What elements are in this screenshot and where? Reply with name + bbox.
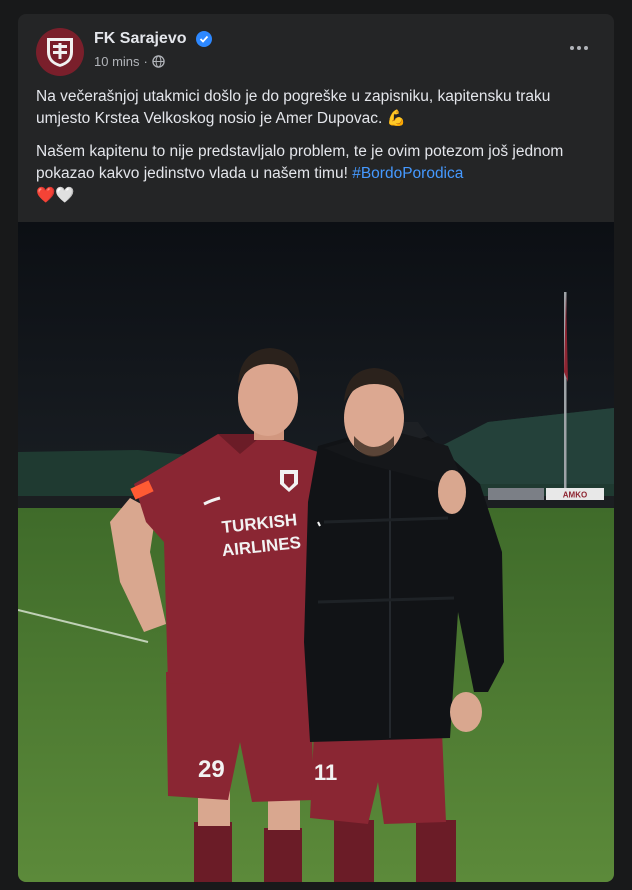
globe-icon	[152, 55, 165, 68]
page-name-link[interactable]: FK Sarajevo	[94, 30, 186, 48]
meta-separator: ·	[143, 54, 148, 69]
board-brand-text: AMKO	[563, 491, 587, 500]
post-card: FK Sarajevo 10 mins · Na večerašnjoj uta…	[18, 14, 614, 882]
hearts-emoji: ❤️🤍	[36, 187, 75, 204]
shorts-number-text: 11	[314, 760, 337, 785]
shirt-number-text: 29	[198, 756, 225, 783]
verified-badge-icon	[196, 31, 212, 47]
post-paragraph-1: Na večerašnjoj utakmici došlo je do pogr…	[36, 88, 551, 127]
post-meta: 10 mins ·	[94, 54, 165, 69]
post-message: Na večerašnjoj utakmici došlo je do pogr…	[36, 86, 602, 218]
more-options-icon[interactable]	[564, 38, 594, 58]
post-header: FK Sarajevo 10 mins ·	[18, 14, 614, 84]
page-avatar[interactable]	[36, 28, 84, 76]
post-timestamp[interactable]: 10 mins	[94, 54, 140, 69]
post-paragraph-2: Našem kapitenu to nije predstavljalo pro…	[36, 141, 602, 207]
post-photo[interactable]: AMKO 29 TURKISH AIRLINES 11	[18, 222, 614, 882]
club-crest-icon	[45, 36, 75, 70]
players-photo-image: AMKO 29 TURKISH AIRLINES 11	[18, 222, 614, 882]
hashtag-link[interactable]: #BordoPorodica	[352, 165, 463, 182]
post-paragraph-2-text: Našem kapitenu to nije predstavljalo pro…	[36, 143, 564, 182]
